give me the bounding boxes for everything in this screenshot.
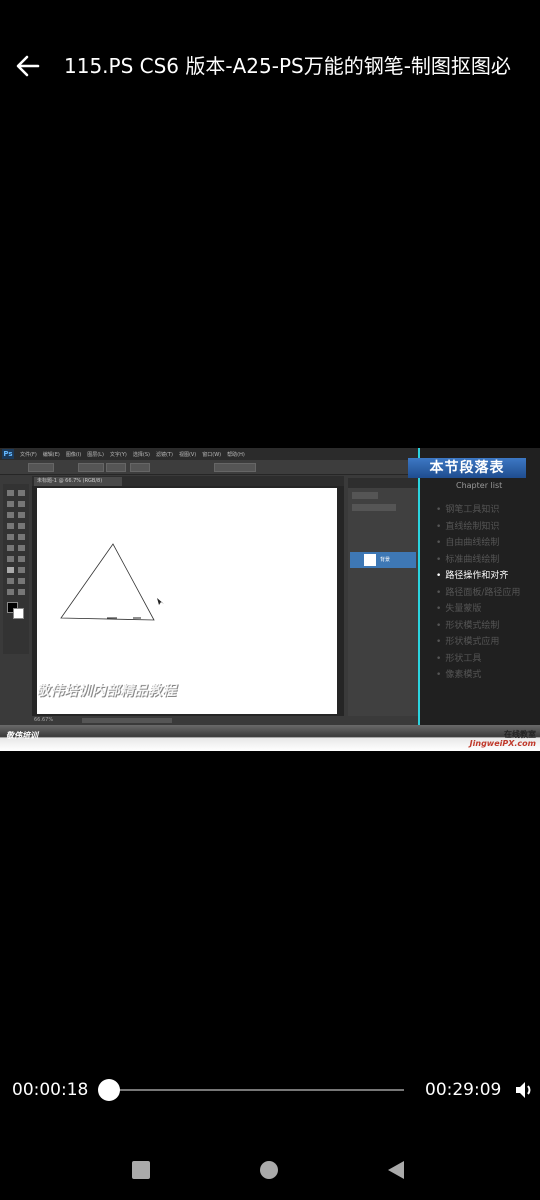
back-nav-button[interactable]	[384, 1158, 408, 1182]
ps-menu-item: 视图(V)	[178, 451, 197, 458]
top-bar: 115.PS CS6 版本-A25-PS万能的钢笔-制图抠图必	[0, 0, 540, 135]
ps-option-field	[214, 463, 256, 472]
current-time: 00:00:18	[12, 1080, 89, 1100]
cursor-icon	[157, 598, 164, 605]
ps-tool-icon	[18, 578, 25, 584]
ps-panel-control	[352, 492, 378, 499]
ps-tool-icon	[18, 589, 25, 595]
ps-tool-icon	[18, 556, 25, 562]
background-color-swatch	[13, 608, 24, 619]
circle-home-icon	[260, 1161, 278, 1179]
ps-menu-item: 滤镜(T)	[155, 451, 173, 458]
ps-option-field	[130, 463, 150, 472]
ps-panel-header	[348, 478, 418, 488]
ps-tool-icon	[7, 490, 14, 496]
ps-layers-panel: 背景	[348, 478, 418, 716]
layer-thumbnail	[364, 554, 376, 566]
ps-options-bar	[0, 460, 418, 475]
chapter-item: 标准曲线绘制	[436, 552, 520, 569]
video-frame[interactable]: Ps 文件(F) 编辑(E) 图像(I) 图层(L) 文字(Y) 选择(S) 滤…	[0, 448, 540, 751]
ps-panel-control	[352, 504, 396, 511]
square-recents-icon	[132, 1161, 150, 1179]
ps-menu-item: 帮助(H)	[227, 451, 245, 458]
ps-option-field	[28, 463, 54, 472]
total-time: 00:29:09	[425, 1080, 502, 1100]
ps-menubar: Ps 文件(F) 编辑(E) 图像(I) 图层(L) 文字(Y) 选择(S) 滤…	[0, 448, 418, 460]
chapter-items: 钢笔工具知识 直线绘制知识 自由曲线绘制 标准曲线绘制 路径操作和对齐 路径面板…	[436, 502, 520, 684]
chapter-item: 形状工具	[436, 651, 520, 668]
ps-tool-icon	[7, 545, 14, 551]
brand-name: 敬伟培训	[6, 731, 38, 740]
chapter-item: 路径操作和对齐	[436, 568, 520, 585]
chapter-item: 失量蒙版	[436, 601, 520, 618]
chapter-item: 形状模式应用	[436, 634, 520, 651]
video-title: 115.PS CS6 版本-A25-PS万能的钢笔-制图抠图必	[64, 54, 511, 78]
ps-menu-item: 编辑(E)	[42, 451, 60, 458]
volume-button[interactable]	[513, 1078, 537, 1102]
ps-menu-item: 文字(Y)	[109, 451, 127, 458]
home-button[interactable]	[257, 1158, 281, 1182]
ps-tool-icon	[7, 523, 14, 529]
ps-tool-icon	[7, 578, 14, 584]
speaker-icon	[516, 1082, 531, 1098]
chapter-list-panel: 本节段落表 Chapter list 钢笔工具知识 直线绘制知识 自由曲线绘制 …	[408, 448, 540, 725]
android-nav-bar	[0, 1140, 540, 1200]
ps-menu-item: 图层(L)	[87, 451, 104, 458]
ps-tool-icon	[18, 534, 25, 540]
recents-button[interactable]	[129, 1158, 153, 1182]
seek-knob[interactable]	[98, 1079, 121, 1101]
ps-tool-icon	[7, 556, 14, 562]
ps-logo: Ps	[2, 449, 14, 459]
ps-toolbox	[3, 484, 29, 654]
chapter-title: 本节段落表	[408, 458, 526, 478]
ps-menu-item: 图像(I)	[65, 451, 82, 458]
ps-menu-item: 文件(F)	[20, 451, 37, 458]
ps-tool-icon	[18, 567, 25, 573]
brand-url: JingweiPX.com	[469, 739, 536, 748]
layer-name: 背景	[380, 557, 391, 563]
seek-bar[interactable]	[106, 1089, 404, 1091]
chapter-item: 自由曲线绘制	[436, 535, 520, 552]
ps-zoom-readout: 66.67%	[34, 717, 54, 723]
ps-document-tabbar: 未标题-1 @ 66.7% (RGB/8)	[32, 476, 344, 486]
ps-option-field	[106, 463, 126, 472]
ps-tool-icon	[7, 589, 14, 595]
ps-status-bar: 66.67%	[32, 716, 418, 725]
pen-tool-icon	[7, 567, 14, 573]
video-watermark: 敬伟培训内部精品教程	[36, 683, 176, 699]
ps-tool-icon	[18, 490, 25, 496]
ps-tool-icon	[7, 534, 14, 540]
chapter-item: 直线绘制知识	[436, 519, 520, 536]
ps-document-tab: 未标题-1 @ 66.7% (RGB/8)	[34, 477, 122, 486]
ps-tool-icon	[18, 545, 25, 551]
ps-tool-icon	[18, 512, 25, 518]
chapter-item: 形状模式绘制	[436, 618, 520, 635]
triangle-back-icon	[388, 1161, 404, 1179]
brand-strip: 敬伟培训 在线教室 JingweiPX.com	[0, 725, 540, 751]
ps-menu-item: 选择(S)	[132, 451, 150, 458]
back-button[interactable]	[10, 48, 46, 84]
ps-option-field	[78, 463, 104, 472]
ps-tool-icon	[18, 501, 25, 507]
ps-menu-item: 窗口(W)	[202, 451, 222, 458]
chapter-item: 钢笔工具知识	[436, 502, 520, 519]
chapter-subtitle: Chapter list	[456, 481, 503, 490]
ps-tool-icon	[7, 512, 14, 518]
ps-tool-icon	[7, 501, 14, 507]
ps-tool-icon	[18, 523, 25, 529]
ps-status-field	[82, 718, 172, 723]
chapter-item: 像素模式	[436, 667, 520, 684]
player-controls: 00:00:18 00:29:09	[0, 1070, 540, 1110]
chapter-item: 路径面板/路径应用	[436, 585, 520, 602]
arrow-left-icon	[16, 55, 40, 77]
ps-layer-row: 背景	[350, 552, 416, 568]
